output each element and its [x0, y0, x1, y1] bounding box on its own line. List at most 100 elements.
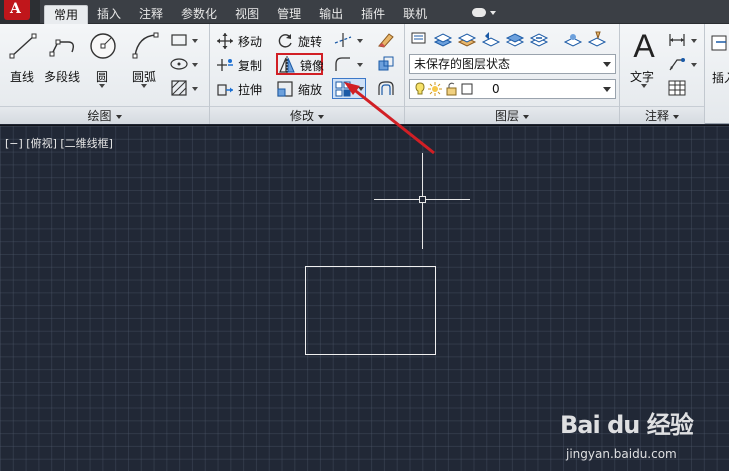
table-icon [668, 80, 686, 96]
layer-unisolate-icon[interactable] [529, 30, 549, 48]
layer-properties-icon[interactable] [409, 30, 429, 48]
viewport-controls[interactable]: [−] [俯视] [二维线框] [5, 135, 113, 151]
tab-manage[interactable]: 管理 [268, 5, 310, 24]
annotation-panel: A 文字 注释 [620, 24, 705, 124]
arc-label: 圆弧 [131, 70, 156, 84]
chevron-down-icon [357, 63, 363, 67]
tab-plugins[interactable]: 插件 [352, 5, 394, 24]
layers-panel: 未保存的图层状态 0 图层 [405, 24, 620, 124]
layers-panel-title[interactable]: 图层 [405, 106, 619, 124]
rotate-button[interactable]: 旋转 [276, 31, 322, 51]
layer-state-value: 未保存的图层状态 [414, 57, 511, 71]
chevron-down-icon[interactable] [641, 84, 647, 88]
fillet-icon [335, 57, 350, 71]
trim-icon [334, 33, 352, 47]
chevron-down-icon [192, 39, 198, 43]
rectangle-button[interactable] [168, 30, 198, 50]
rotate-label: 旋转 [298, 34, 323, 49]
layer-state-select[interactable]: 未保存的图层状态 [409, 54, 616, 74]
insert-block-label: 插入 [712, 71, 729, 85]
layer-select[interactable]: 0 [409, 79, 616, 99]
ribbon: 直线 多段线 圆 圆弧 绘图 移动 旋转 复制 镜像 拉伸 缩放 修改 未保存的… [0, 24, 729, 124]
hatch-button[interactable] [168, 78, 198, 98]
move-icon [217, 33, 233, 49]
eraser-icon [378, 33, 394, 48]
explode-button[interactable] [374, 54, 398, 74]
copy-label: 复制 [238, 58, 263, 73]
move-button[interactable]: 移动 [216, 31, 262, 51]
move-label: 移动 [238, 34, 263, 49]
circle-icon [90, 33, 116, 59]
stretch-button[interactable]: 拉伸 [216, 79, 262, 99]
leader-button[interactable] [666, 54, 697, 74]
tab-online[interactable]: 联机 [394, 5, 436, 24]
scale-button[interactable]: 缩放 [276, 79, 322, 99]
explode-icon [378, 56, 394, 71]
chevron-down-icon[interactable] [99, 84, 105, 88]
chevron-down-icon [673, 114, 679, 119]
chevron-down-icon [523, 114, 529, 119]
layer-isolate-icon[interactable] [505, 30, 525, 48]
chevron-down-icon [603, 87, 611, 92]
minimize-ribbon-icon [472, 8, 486, 17]
app-menu-button[interactable] [0, 0, 40, 24]
cursor-pickbox [419, 196, 426, 203]
modify-panel-label: 修改 [289, 109, 314, 123]
mirror-button[interactable]: 镜像 [278, 55, 324, 75]
draw-panel-label: 绘图 [87, 109, 112, 123]
dimension-button[interactable] [666, 30, 697, 50]
array-icon [335, 81, 351, 97]
chevron-down-icon [192, 63, 198, 67]
ellipse-button[interactable] [168, 54, 198, 74]
text-button[interactable]: A 文字 [624, 28, 660, 88]
tab-annotate[interactable]: 注释 [130, 5, 172, 24]
circle-button[interactable]: 圆 [82, 28, 122, 88]
stretch-icon [217, 84, 233, 96]
ribbon-state-toggle[interactable] [472, 7, 498, 19]
chevron-down-icon [490, 11, 496, 15]
draw-panel-title[interactable]: 绘图 [0, 106, 209, 124]
chevron-down-icon [357, 39, 363, 43]
layer-off-icon[interactable] [587, 30, 607, 48]
layer-status-icons [415, 82, 473, 96]
tab-insert[interactable]: 插入 [88, 5, 130, 24]
tab-view[interactable]: 视图 [226, 5, 268, 24]
tab-home[interactable]: 常用 [44, 5, 89, 24]
chevron-down-icon [115, 114, 122, 119]
layer-match-icon[interactable] [457, 30, 477, 48]
erase-button[interactable] [374, 30, 398, 50]
layer-previous-icon[interactable] [481, 30, 501, 48]
table-button[interactable] [666, 78, 690, 98]
scale-label: 缩放 [298, 82, 323, 97]
rotate-icon [278, 34, 292, 48]
array-button[interactable] [332, 78, 366, 99]
drawn-rectangle[interactable] [305, 266, 436, 355]
current-layer-value: 0 [492, 82, 500, 96]
chevron-down-icon [318, 114, 324, 119]
ribbon-tabs: 常用 插入 注释 参数化 视图 管理 输出 插件 联机 [44, 5, 436, 24]
arc-button[interactable]: 圆弧 [124, 28, 164, 88]
tab-parametric[interactable]: 参数化 [172, 5, 226, 24]
drawing-area[interactable]: [−] [俯视] [二维线框] Bai du 经验 jingyan.baidu.… [0, 125, 729, 471]
ellipse-icon [170, 58, 188, 70]
annotation-panel-label: 注释 [644, 109, 669, 123]
fillet-button[interactable] [332, 54, 363, 74]
layer-freeze-icon[interactable] [563, 30, 583, 48]
copy-button[interactable]: 复制 [216, 55, 262, 75]
offset-button[interactable] [374, 78, 398, 98]
watermark-url: jingyan.baidu.com [566, 447, 677, 461]
annotation-panel-title[interactable]: 注释 [620, 106, 704, 124]
tab-output[interactable]: 输出 [310, 5, 352, 24]
stretch-label: 拉伸 [238, 82, 263, 97]
arc-icon [132, 32, 159, 59]
trim-button[interactable] [332, 30, 363, 50]
insert-block-icon[interactable] [710, 32, 729, 56]
autocad-window: 常用 插入 注释 参数化 视图 管理 输出 插件 联机 直线 [0, 0, 729, 471]
chevron-down-icon [691, 39, 697, 43]
layer-tools-row [409, 30, 619, 50]
polyline-icon [49, 39, 75, 57]
layer-stack-icon[interactable] [433, 30, 453, 48]
modify-panel-title[interactable]: 修改 [210, 106, 404, 124]
block-panel: 插入 [706, 24, 729, 124]
chevron-down-icon[interactable] [141, 84, 147, 88]
